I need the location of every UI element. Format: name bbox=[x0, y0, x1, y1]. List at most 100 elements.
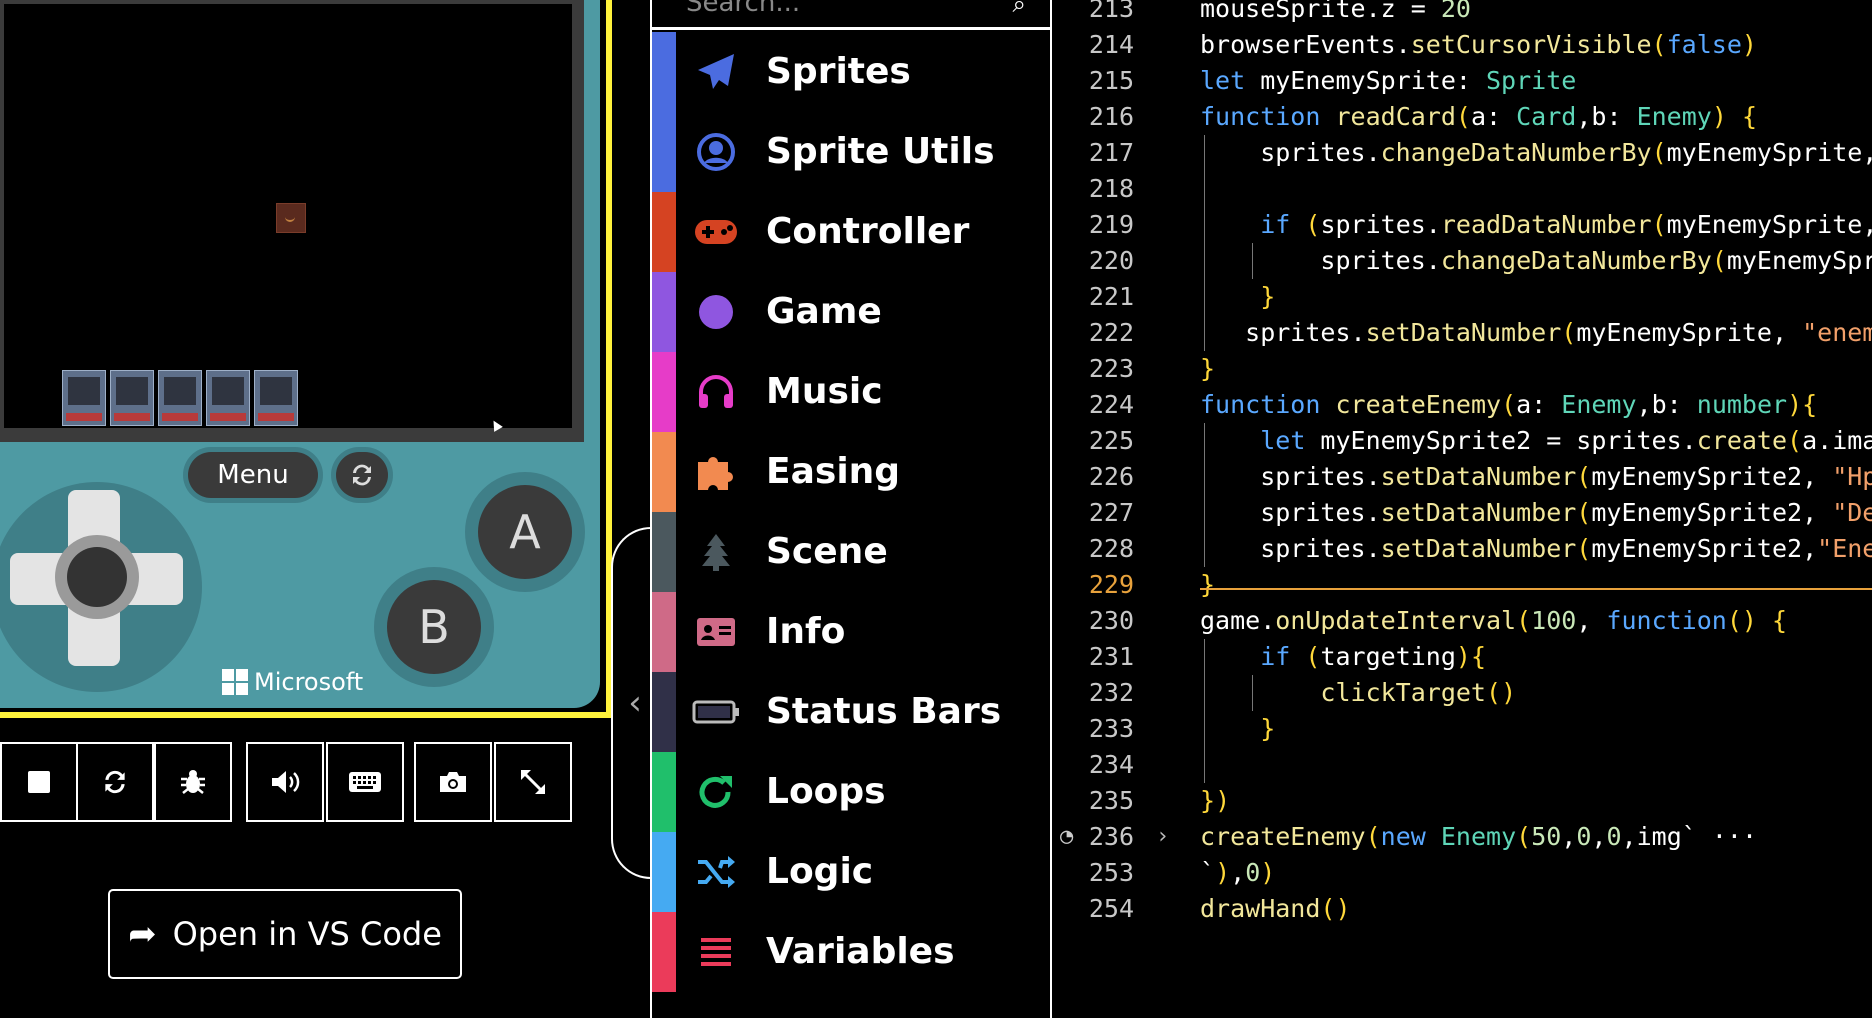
line-number: 217 bbox=[1088, 138, 1134, 167]
line-number: 235 bbox=[1088, 786, 1134, 815]
restart-icon bbox=[105, 770, 125, 794]
fold-chevron-icon[interactable]: › bbox=[1156, 819, 1169, 855]
code-editor[interactable]: 213 mouseSprite.z = 20 214 browserEvents.se… bbox=[1052, 0, 1872, 1018]
code-line[interactable]: 236 createEnemy(new Enemy(50,0,0,img` ···… bbox=[1052, 819, 1872, 855]
a-button[interactable]: A bbox=[478, 485, 572, 579]
circle-icon bbox=[692, 290, 740, 334]
toolbox-category-scene[interactable]: Scene bbox=[652, 512, 1050, 592]
code-text: createEnemy(new Enemy(50,0,0,img` ··· bbox=[1200, 822, 1758, 851]
screenshot-button[interactable] bbox=[414, 742, 492, 822]
share-arrow-icon: ➦ bbox=[128, 914, 157, 954]
toolbox-category-music[interactable]: Music bbox=[652, 352, 1050, 432]
category-color-stripe bbox=[652, 752, 676, 832]
toolbox-category-sprite-utils[interactable]: Sprite Utils bbox=[652, 112, 1050, 192]
code-line[interactable]: 216 function readCard(a: Card,b: Enemy) { bbox=[1052, 99, 1872, 135]
code-text: } bbox=[1200, 570, 1216, 599]
code-line[interactable]: 221 } bbox=[1052, 279, 1872, 315]
enemy-sprite bbox=[276, 203, 306, 233]
code-line[interactable]: 231 if (targeting){ bbox=[1052, 639, 1872, 675]
indent-guide bbox=[1252, 675, 1253, 711]
category-color-stripe bbox=[652, 272, 676, 352]
toolbox-category-game[interactable]: Game bbox=[652, 272, 1050, 352]
game-screen[interactable] bbox=[4, 4, 572, 432]
fullscreen-button[interactable] bbox=[494, 742, 572, 822]
toolbox-category-easing[interactable]: Easing bbox=[652, 432, 1050, 512]
reload-button[interactable] bbox=[336, 452, 388, 498]
toolbox-category-logic[interactable]: Logic bbox=[652, 832, 1050, 912]
category-color-stripe bbox=[652, 352, 676, 432]
restart-icon bbox=[353, 464, 371, 486]
toolbox-category-status-bars[interactable]: Status Bars bbox=[652, 672, 1050, 752]
code-line[interactable]: 226 sprites.setDataNumber(myEnemySprite2… bbox=[1052, 459, 1872, 495]
category-label: Status Bars bbox=[766, 691, 1002, 732]
category-label: Info bbox=[766, 611, 846, 652]
code-line[interactable]: 232 clickTarget() bbox=[1052, 675, 1872, 711]
b-button[interactable]: B bbox=[387, 580, 481, 674]
code-line[interactable]: 225 let myEnemySprite2 = sprites.create(… bbox=[1052, 423, 1872, 459]
line-number: 214 bbox=[1088, 30, 1134, 59]
code-text: } bbox=[1260, 282, 1276, 311]
code-line[interactable]: 227 sprites.setDataNumber(myEnemySprite2… bbox=[1052, 495, 1872, 531]
card-sprite bbox=[62, 370, 106, 426]
camera-icon bbox=[440, 772, 466, 792]
indent-guide bbox=[1204, 639, 1205, 783]
category-label: Variables bbox=[766, 931, 955, 972]
category-color-stripe bbox=[652, 832, 676, 912]
sound-button[interactable] bbox=[246, 742, 324, 822]
redo-icon bbox=[692, 770, 740, 814]
code-line[interactable]: 233 } bbox=[1052, 711, 1872, 747]
code-line[interactable]: 215 let myEnemySprite: Sprite bbox=[1052, 63, 1872, 99]
toolbox-category-controller[interactable]: Controller bbox=[652, 192, 1050, 272]
code-line[interactable]: 217 sprites.changeDataNumberBy(myEnemySp… bbox=[1052, 135, 1872, 171]
code-line[interactable]: 222 sprites.setDataNumber(myEnemySprite,… bbox=[1052, 315, 1872, 351]
stop-button[interactable] bbox=[0, 742, 78, 822]
dpad-center bbox=[55, 535, 139, 619]
code-text: `),0) bbox=[1200, 858, 1276, 887]
chevron-left-icon: ‹ bbox=[628, 683, 642, 723]
code-line[interactable]: 235}) bbox=[1052, 783, 1872, 819]
id-card-icon bbox=[692, 610, 740, 654]
category-color-stripe bbox=[652, 32, 676, 112]
code-line[interactable]: 230 game.onUpdateInterval(100, function()… bbox=[1052, 603, 1872, 639]
restart-button[interactable] bbox=[76, 742, 154, 822]
category-label: Music bbox=[766, 371, 883, 412]
code-line[interactable]: 229} bbox=[1052, 567, 1872, 603]
shuffle-icon bbox=[692, 850, 740, 894]
toolbox-category-loops[interactable]: Loops bbox=[652, 752, 1050, 832]
line-number: 227 bbox=[1088, 498, 1134, 527]
paper-plane-icon bbox=[692, 50, 740, 94]
indent-guide bbox=[1204, 423, 1205, 567]
code-line[interactable]: 214 browserEvents.setCursorVisible(false) bbox=[1052, 27, 1872, 63]
toolbox-search-input[interactable]: Search... ⌕ bbox=[652, 0, 1050, 30]
mouse-cursor-sprite bbox=[489, 418, 503, 432]
code-line[interactable]: 219 if (sprites.readDataNumber(myEnemySp… bbox=[1052, 207, 1872, 243]
code-line[interactable]: 228 sprites.setDataNumber(myEnemySprite2… bbox=[1052, 531, 1872, 567]
code-line[interactable]: 218 bbox=[1052, 171, 1872, 207]
keyboard-button[interactable] bbox=[326, 742, 404, 822]
line-number: 221 bbox=[1088, 282, 1134, 311]
code-text: sprites.setDataNumber(myEnemySprite2, "H… bbox=[1200, 462, 1872, 491]
code-line[interactable]: 224 function createEnemy(a: Enemy,b: numb… bbox=[1052, 387, 1872, 423]
toolbox-category-sprites[interactable]: Sprites bbox=[652, 32, 1050, 112]
code-line[interactable]: 234 bbox=[1052, 747, 1872, 783]
line-number: 226 bbox=[1088, 462, 1134, 491]
line-number: 232 bbox=[1088, 678, 1134, 707]
tree-icon bbox=[692, 530, 740, 574]
code-line[interactable]: 254 drawHand() bbox=[1052, 891, 1872, 927]
open-in-vscode-button[interactable]: ➦ Open in VS Code bbox=[108, 889, 462, 979]
code-line[interactable]: 220 sprites.changeDataNumberBy(myEnemySp… bbox=[1052, 243, 1872, 279]
toolbox-category-variables[interactable]: Variables bbox=[652, 912, 1050, 992]
category-label: Sprite Utils bbox=[766, 131, 995, 172]
palette-icon[interactable]: ◔ bbox=[1060, 819, 1073, 855]
card-sprite bbox=[158, 370, 202, 426]
code-line[interactable]: 253 `),0) bbox=[1052, 855, 1872, 891]
category-label: Scene bbox=[766, 531, 888, 572]
category-list: Sprites Sprite Utils Controller Game Music Ea… bbox=[652, 32, 1050, 992]
toolbox-category-info[interactable]: Info bbox=[652, 592, 1050, 672]
code-line[interactable]: 213 mouseSprite.z = 20 bbox=[1052, 0, 1872, 27]
category-label: Sprites bbox=[766, 51, 911, 92]
code-line[interactable]: 223} bbox=[1052, 351, 1872, 387]
toolbox-panel: Search... ⌕ Sprites Sprite Utils Controlle… bbox=[650, 0, 1052, 1018]
debug-button[interactable] bbox=[154, 742, 232, 822]
menu-button[interactable]: Menu bbox=[188, 452, 318, 498]
